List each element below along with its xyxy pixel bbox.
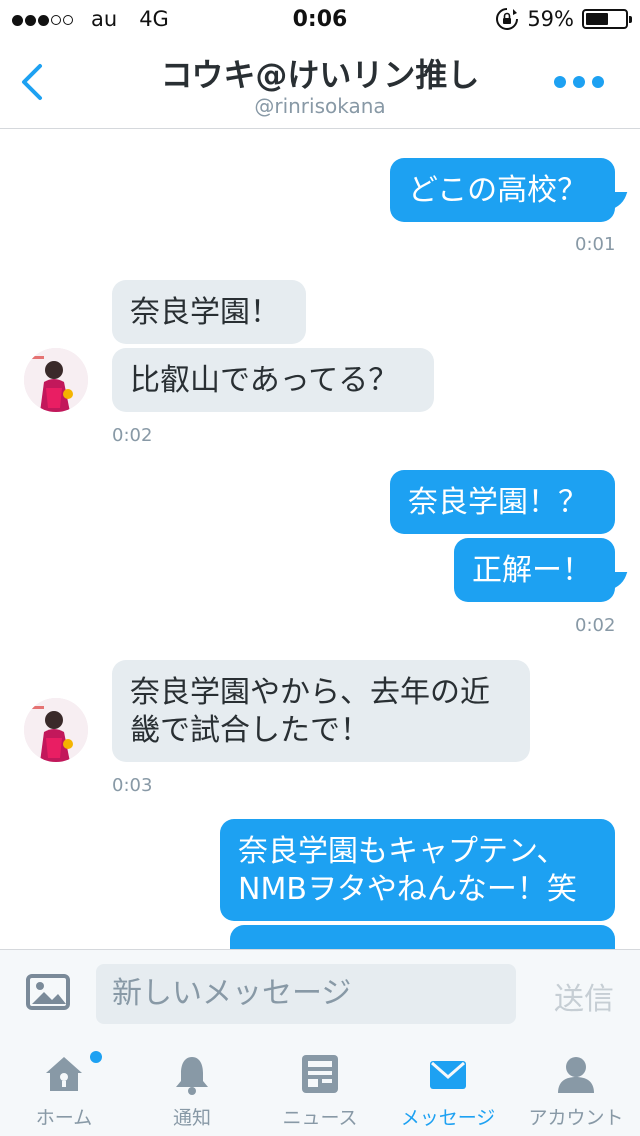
battery-percent: 59% [527, 7, 574, 31]
tab-home[interactable]: ホーム [0, 1037, 128, 1136]
outgoing-message[interactable]: 正解ー！ [454, 538, 615, 602]
incoming-message[interactable]: 奈良学園！ [112, 280, 306, 344]
image-attach-icon[interactable] [26, 972, 70, 1012]
home-icon [46, 1057, 82, 1091]
incoming-message[interactable]: 比叡山であってる？ [112, 348, 434, 412]
tab-label: ホーム [35, 1107, 93, 1129]
status-bar: au 4G 0:06 59% [0, 0, 640, 40]
tab-label: メッセージ [400, 1107, 496, 1129]
message-timestamp: 0:01 [575, 234, 616, 255]
message-thread[interactable]: どこの高校？ 0:01 奈良学園！ 比叡山であってる？ 0:02 奈良学園！？ … [0, 129, 640, 949]
compose-bar: 新しいメッセージ 送信 [0, 949, 640, 1038]
sender-avatar[interactable] [24, 348, 88, 412]
outgoing-message[interactable]: どこの高校？ [390, 158, 615, 222]
battery-icon [582, 9, 632, 29]
bell-icon [176, 1057, 208, 1095]
status-right: 59% [495, 7, 632, 31]
tab-label: アカウント [528, 1107, 624, 1129]
sender-avatar[interactable] [24, 698, 88, 762]
tab-news[interactable]: ニュース [256, 1037, 384, 1136]
message-timestamp: 0:03 [112, 775, 153, 796]
battery-level [586, 13, 609, 25]
tab-label: 通知 [172, 1107, 211, 1129]
outgoing-message[interactable]: 奈良学園！？ [390, 470, 615, 534]
person-icon [558, 1057, 594, 1093]
outgoing-message-partial[interactable] [230, 925, 615, 949]
send-button[interactable]: 送信 [554, 974, 614, 1018]
tab-account[interactable]: アカウント [512, 1037, 640, 1136]
tab-bar: ホーム 通知 ニュース メッセージ アカウント [0, 1037, 640, 1136]
outgoing-message[interactable]: 奈良学園もキャプテン、 NMBヲタやねんなー！笑 [220, 819, 615, 921]
conversation-header: コウキ@けいリン推し @rinrisokana [0, 40, 640, 129]
conversation-handle[interactable]: @rinrisokana [0, 94, 640, 118]
tab-messages[interactable]: メッセージ [384, 1037, 512, 1136]
avatar-image [24, 348, 88, 412]
rotation-lock-icon [496, 8, 519, 30]
news-icon [302, 1055, 338, 1093]
envelope-icon [430, 1061, 466, 1089]
avatar-image [24, 698, 88, 762]
incoming-message[interactable]: 奈良学園やから、去年の近 畿で試合したで！ [112, 660, 530, 762]
tab-label: ニュース [282, 1107, 358, 1129]
more-options-icon[interactable] [554, 76, 604, 88]
message-input[interactable]: 新しいメッセージ [96, 964, 516, 1024]
tab-notifications[interactable]: 通知 [128, 1037, 256, 1136]
conversation-title: コウキ@けいリン推し [160, 56, 480, 94]
notification-dot [90, 1051, 102, 1063]
message-timestamp: 0:02 [575, 615, 616, 636]
message-timestamp: 0:02 [112, 425, 153, 446]
